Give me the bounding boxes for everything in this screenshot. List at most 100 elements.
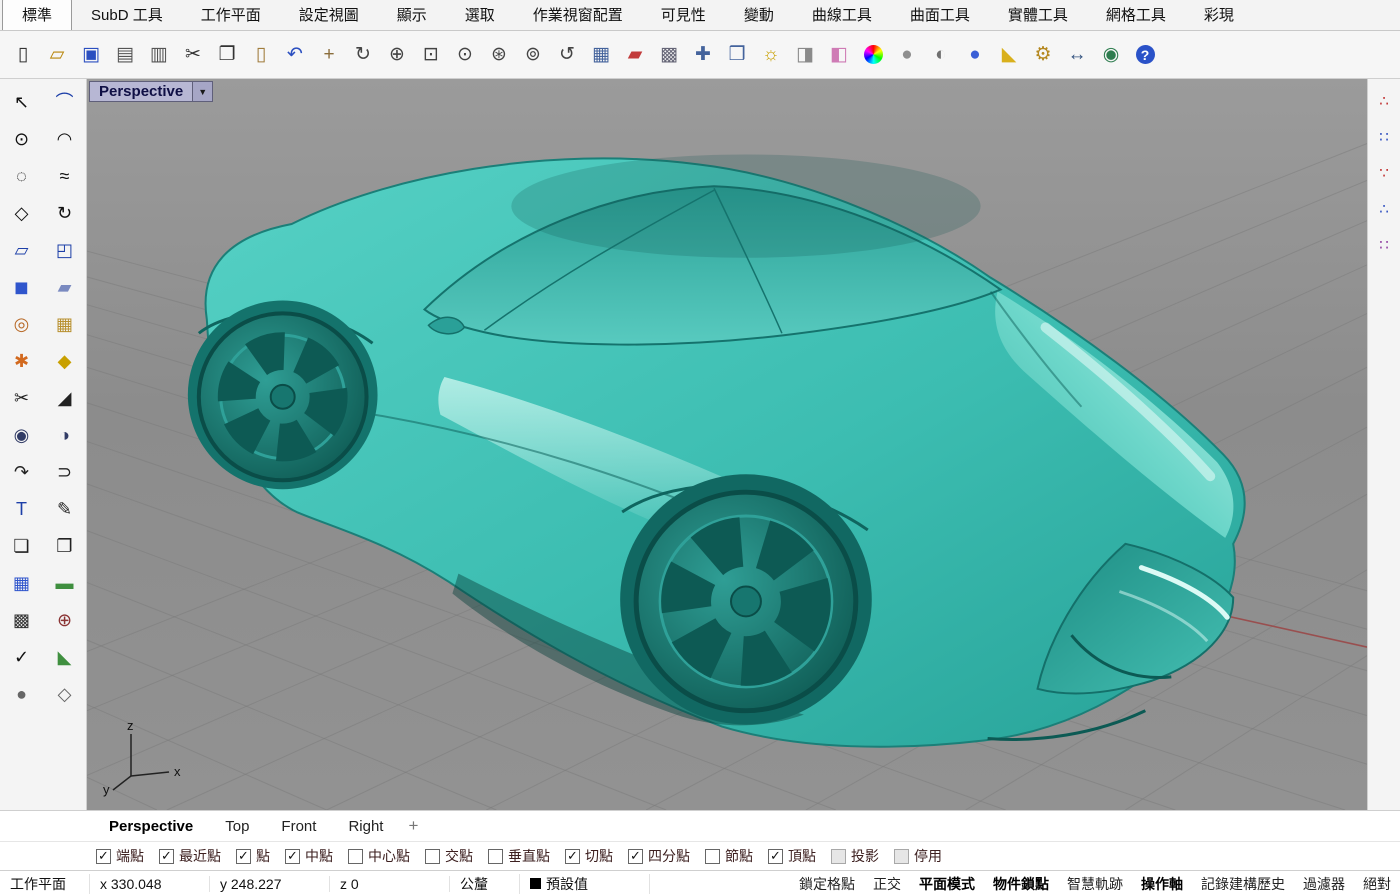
cplane-button[interactable]: 工作平面 (0, 874, 90, 894)
tab-visibility[interactable]: 可見性 (642, 0, 725, 30)
trim-icon[interactable]: ◢ (48, 385, 82, 411)
osnap-quadrant[interactable]: 四分點 (628, 846, 690, 866)
tab-viewport-top[interactable]: Top (212, 815, 262, 838)
osnap-midpoint[interactable]: 中點 (285, 846, 333, 866)
circle-icon[interactable]: ⊙ (5, 126, 39, 152)
graph-icon[interactable]: ∴ (1371, 197, 1397, 221)
material-bucket-icon[interactable]: ◨ (790, 38, 820, 72)
help-icon[interactable]: ? (1130, 38, 1160, 72)
zoom-window-icon[interactable]: ⊡ (416, 38, 446, 72)
print-icon[interactable]: ▤ (110, 38, 140, 72)
fillet-gold-icon[interactable]: ◆ (48, 348, 82, 374)
tab-viewport-right[interactable]: Right (335, 815, 396, 838)
control-point-curve-icon[interactable]: ⌒ (48, 89, 82, 115)
print-preview-icon[interactable]: ▥ (144, 38, 174, 72)
boolean-difference-icon[interactable]: ◑ (48, 422, 82, 448)
mesh-icon[interactable]: ▦ (48, 311, 82, 337)
osnap-tangent[interactable]: 切點 (565, 846, 613, 866)
cone-icon[interactable]: ◣ (48, 644, 82, 670)
plane-icon[interactable]: ▰ (48, 274, 82, 300)
toggle-absolute[interactable]: 絕對 (1354, 874, 1400, 894)
pencil-icon[interactable]: ✎ (48, 496, 82, 522)
car-model[interactable] (188, 154, 1245, 746)
sphere-tool-icon[interactable]: ● (5, 681, 39, 707)
array-icon[interactable]: ▦ (5, 570, 39, 596)
polygon-icon[interactable]: ◇ (5, 200, 39, 226)
osnap-checkbox[interactable] (565, 849, 580, 864)
move-icon[interactable]: ✚ (688, 38, 718, 72)
osnap-point[interactable]: 點 (236, 846, 270, 866)
osnap-endpoint[interactable]: 端點 (96, 846, 144, 866)
layer-indicator[interactable]: 預設值 (520, 874, 650, 894)
open-file-icon[interactable]: ▱ (42, 38, 72, 72)
cut-icon[interactable]: ✂ (178, 38, 208, 72)
board-icon[interactable]: ▬ (48, 570, 82, 596)
osnap-checkbox[interactable] (831, 849, 846, 864)
offset-icon[interactable]: ⊃ (48, 459, 82, 485)
copy-object-icon[interactable]: ❒ (722, 38, 752, 72)
text-icon[interactable]: T (5, 496, 39, 522)
osnap-knot[interactable]: 節點 (705, 846, 753, 866)
toggle-filter[interactable]: 過濾器 (1294, 874, 1354, 894)
osnap-vertex[interactable]: 頂點 (768, 846, 816, 866)
toggle-smart-track[interactable]: 智慧軌跡 (1058, 874, 1132, 894)
coord-z[interactable]: z 0 (330, 876, 450, 892)
helix-icon[interactable]: ↻ (48, 200, 82, 226)
osnap-near[interactable]: 最近點 (159, 846, 221, 866)
view-undo-icon[interactable]: ↺ (552, 38, 582, 72)
freeform-curve-icon[interactable]: ≈ (48, 163, 82, 189)
render-globe-icon[interactable]: ◉ (1096, 38, 1126, 72)
lattice-icon[interactable]: ▩ (5, 607, 39, 633)
node-link-icon[interactable]: ∵ (1371, 161, 1397, 185)
color-wheel-icon[interactable] (858, 38, 888, 72)
coord-x[interactable]: x 330.048 (90, 876, 210, 892)
tab-render[interactable]: 彩現 (1185, 0, 1253, 30)
viewport-layout-icon[interactable]: ▦ (586, 38, 616, 72)
tab-display[interactable]: 顯示 (378, 0, 446, 30)
box-icon[interactable]: ◼ (5, 274, 39, 300)
tab-viewport-front[interactable]: Front (268, 815, 329, 838)
render-mesh-box-icon[interactable]: ◧ (824, 38, 854, 72)
osnap-checkbox[interactable] (96, 849, 111, 864)
pin-icon[interactable]: ⊕ (48, 607, 82, 633)
curve-arrow-icon[interactable]: ↷ (5, 459, 39, 485)
tab-mesh-tools[interactable]: 網格工具 (1087, 0, 1185, 30)
tab-cplane[interactable]: 工作平面 (182, 0, 280, 30)
paste-icon[interactable]: ▯ (246, 38, 276, 72)
viewport-perspective[interactable]: Perspective ▼ z x y (87, 79, 1367, 810)
osnap-checkbox[interactable] (768, 849, 783, 864)
tab-transform[interactable]: 變動 (725, 0, 793, 30)
ellipse-icon[interactable]: ◌ (5, 163, 39, 189)
split-icon[interactable]: ✂ (5, 385, 39, 411)
units-label[interactable]: 公釐 (450, 874, 520, 894)
diamond-tool-icon[interactable]: ◇ (48, 681, 82, 707)
toggle-object-snap[interactable]: 物件鎖點 (984, 874, 1058, 894)
coord-y[interactable]: y 248.227 (210, 876, 330, 892)
copy-icon[interactable]: ❐ (212, 38, 242, 72)
zoom-extents-all-icon[interactable]: ⊚ (518, 38, 548, 72)
raytrace-icon[interactable]: ◣ (994, 38, 1024, 72)
lightbulb-icon[interactable]: ☼ (756, 38, 786, 72)
tab-set-view[interactable]: 設定視圖 (280, 0, 378, 30)
osnap-checkbox[interactable] (285, 849, 300, 864)
osnap-checkbox[interactable] (425, 849, 440, 864)
osnap-perpendicular[interactable]: 垂直點 (488, 846, 550, 866)
viewport-canvas[interactable] (87, 79, 1367, 810)
toggle-ortho[interactable]: 正交 (864, 874, 910, 894)
check-icon[interactable]: ✓ (5, 644, 39, 670)
osnap-checkbox[interactable] (159, 849, 174, 864)
tab-surface-tools[interactable]: 曲面工具 (891, 0, 989, 30)
new-file-icon[interactable]: ▯ (8, 38, 38, 72)
car-display-icon[interactable]: ▰ (620, 38, 650, 72)
surface-icon[interactable]: ▱ (5, 237, 39, 263)
rotate-view-icon[interactable]: ↻ (348, 38, 378, 72)
block-icon[interactable]: ❏ (5, 533, 39, 559)
tab-subd-tools[interactable]: SubD 工具 (72, 0, 182, 30)
copy-block-icon[interactable]: ❐ (48, 533, 82, 559)
osnap-checkbox[interactable] (488, 849, 503, 864)
tab-select[interactable]: 選取 (446, 0, 514, 30)
toggle-planar-mode[interactable]: 平面模式 (910, 874, 984, 894)
shaded-mode-icon[interactable]: ● (892, 38, 922, 72)
pan-view-icon[interactable]: + (314, 38, 344, 72)
hatch-grid-icon[interactable]: ▩ (654, 38, 684, 72)
